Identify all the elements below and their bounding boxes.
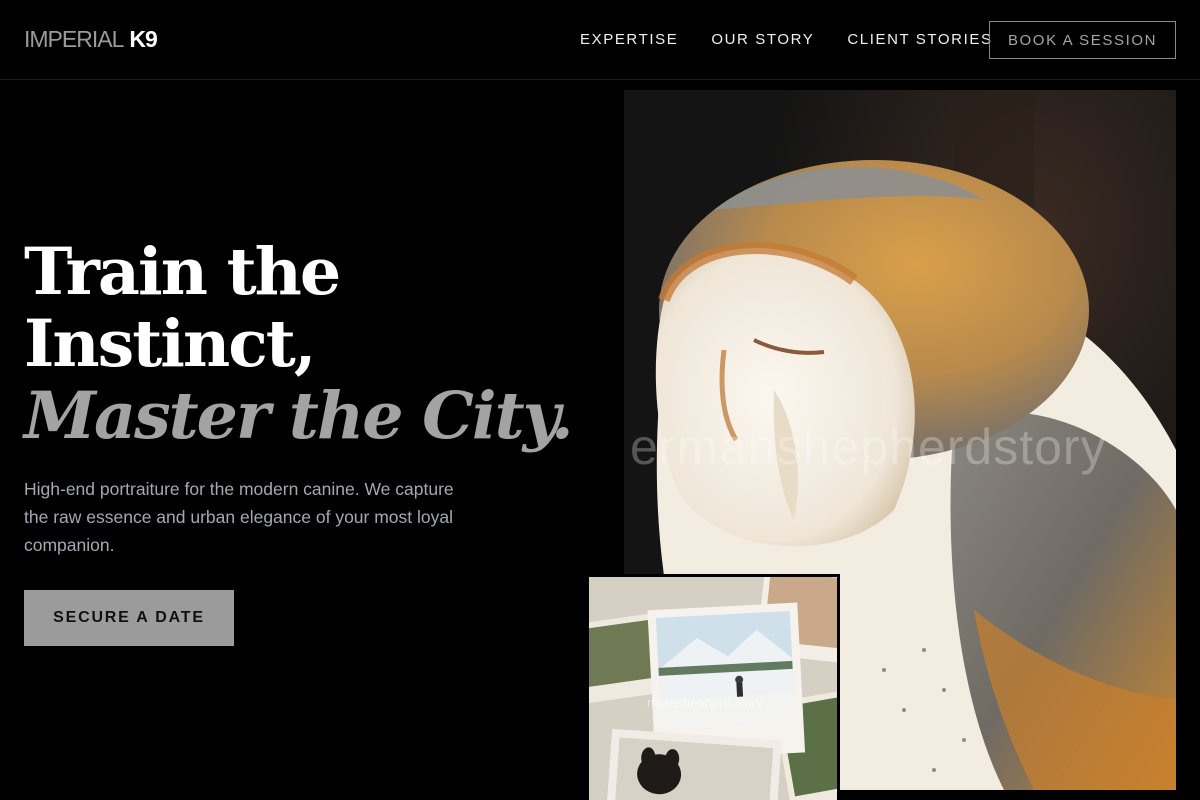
- logo-text-bold: K9: [129, 26, 157, 52]
- nav-link-expertise[interactable]: EXPERTISE: [580, 31, 678, 48]
- hero-title: Train the Instinct, Master the City.: [24, 236, 584, 452]
- inset-polaroids-photo: rmanshepherd.story: [586, 574, 840, 800]
- book-session-button[interactable]: BOOK A SESSION: [989, 21, 1176, 59]
- nav-link-our-story[interactable]: OUR STORY: [711, 31, 814, 48]
- hero-title-line-1: Train the: [24, 234, 341, 310]
- polaroids-illustration: [589, 577, 837, 800]
- secure-date-button[interactable]: SECURE A DATE: [24, 590, 234, 646]
- main-photo-watermark: ermanshepherdstory: [630, 419, 1107, 475]
- inset-photo-watermark: rmanshepherd.story: [647, 695, 763, 710]
- hero-subtitle: High-end portraiture for the modern cani…: [24, 479, 454, 555]
- logo[interactable]: IMPERIAL K9: [24, 26, 158, 53]
- nav-link-client-stories[interactable]: CLIENT STORIES: [847, 31, 992, 48]
- site-header: IMPERIAL K9 EXPERTISE OUR STORY CLIENT ST…: [0, 0, 1200, 80]
- hero-title-line-2: Instinct,: [24, 306, 316, 382]
- main-nav: EXPERTISE OUR STORY CLIENT STORIES: [580, 31, 993, 48]
- hero-title-line-3: Master the City.: [24, 378, 574, 454]
- logo-text-light: IMPERIAL: [24, 26, 124, 52]
